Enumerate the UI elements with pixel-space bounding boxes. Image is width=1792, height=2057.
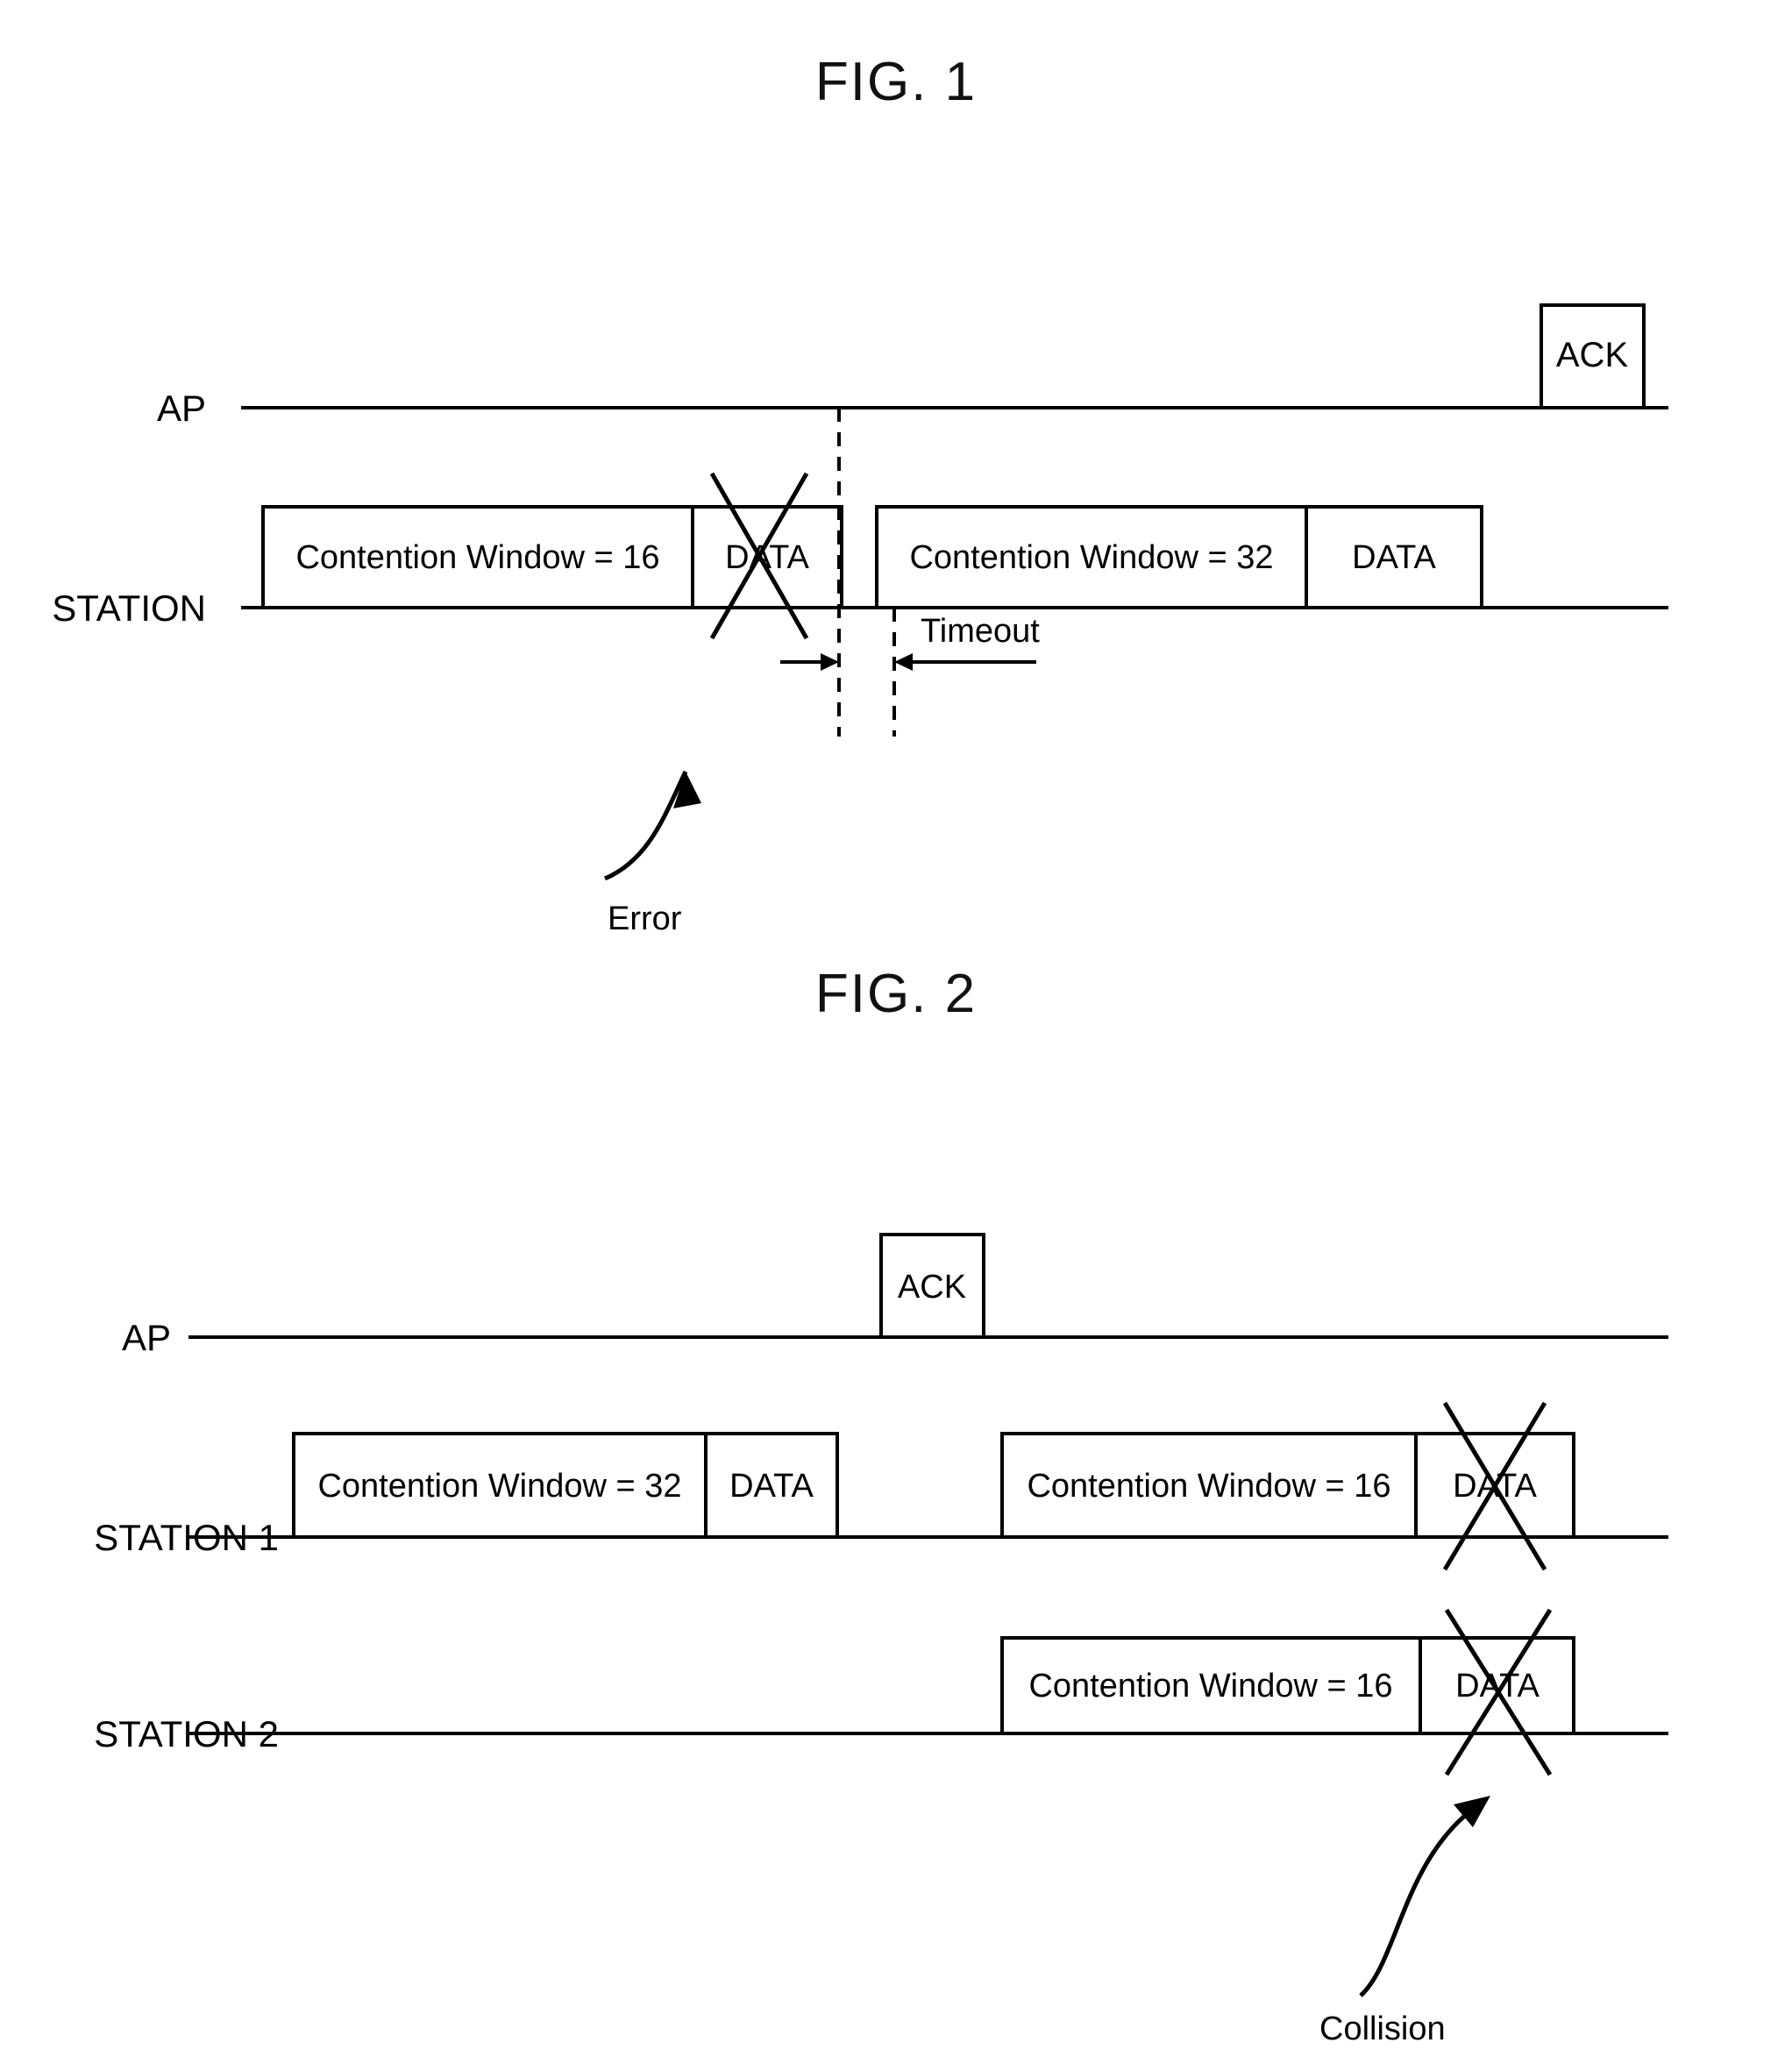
patent-figure-page: FIG. 1 AP ACK STATION Contention Window … [0, 0, 1792, 2057]
fig1-timeout-arrow-left-head [821, 653, 839, 671]
fig1-timeout-arrow-right-head [894, 653, 913, 671]
fig2-s1-data1-label: DATA [729, 1468, 814, 1505]
fig1-lane-label-ap: AP [157, 388, 206, 429]
fig1-data2-label: DATA [1352, 539, 1436, 576]
fig1-cw16-label: Contention Window = 16 [295, 539, 659, 576]
fig1-cw32-label: Contention Window = 32 [909, 539, 1273, 576]
fig1-lane-label-station: STATION [52, 587, 206, 629]
fig2-collision-label: Collision [1319, 2011, 1446, 2047]
figure-2-title: FIG. 2 [814, 964, 978, 1024]
fig2-collision-leader-line [1359, 1800, 1483, 1997]
fig2-ack-label: ACK [898, 1269, 966, 1306]
figure-2-diagram: AP ACK STATION 1 Contention Window = 32 … [94, 1233, 1668, 2047]
fig1-timeout-label: Timeout [921, 613, 1040, 650]
fig2-s1-cw16-label: Contention Window = 16 [1027, 1468, 1390, 1505]
figure-1-diagram: AP ACK STATION Contention Window = 16 DA… [52, 303, 1668, 937]
fig2-s2-data-label: DATA [1455, 1668, 1540, 1705]
fig1-ack-label: ACK [1556, 336, 1629, 374]
figure-1-title: FIG. 1 [814, 52, 978, 112]
fig1-error-label: Error [608, 900, 682, 937]
fig2-lane-label-ap: AP [122, 1317, 171, 1358]
fig2-s1-cw32-label: Contention Window = 32 [317, 1468, 681, 1505]
fig1-error-leader-line [604, 770, 688, 881]
fig2-s2-cw16-label: Contention Window = 16 [1028, 1668, 1392, 1705]
